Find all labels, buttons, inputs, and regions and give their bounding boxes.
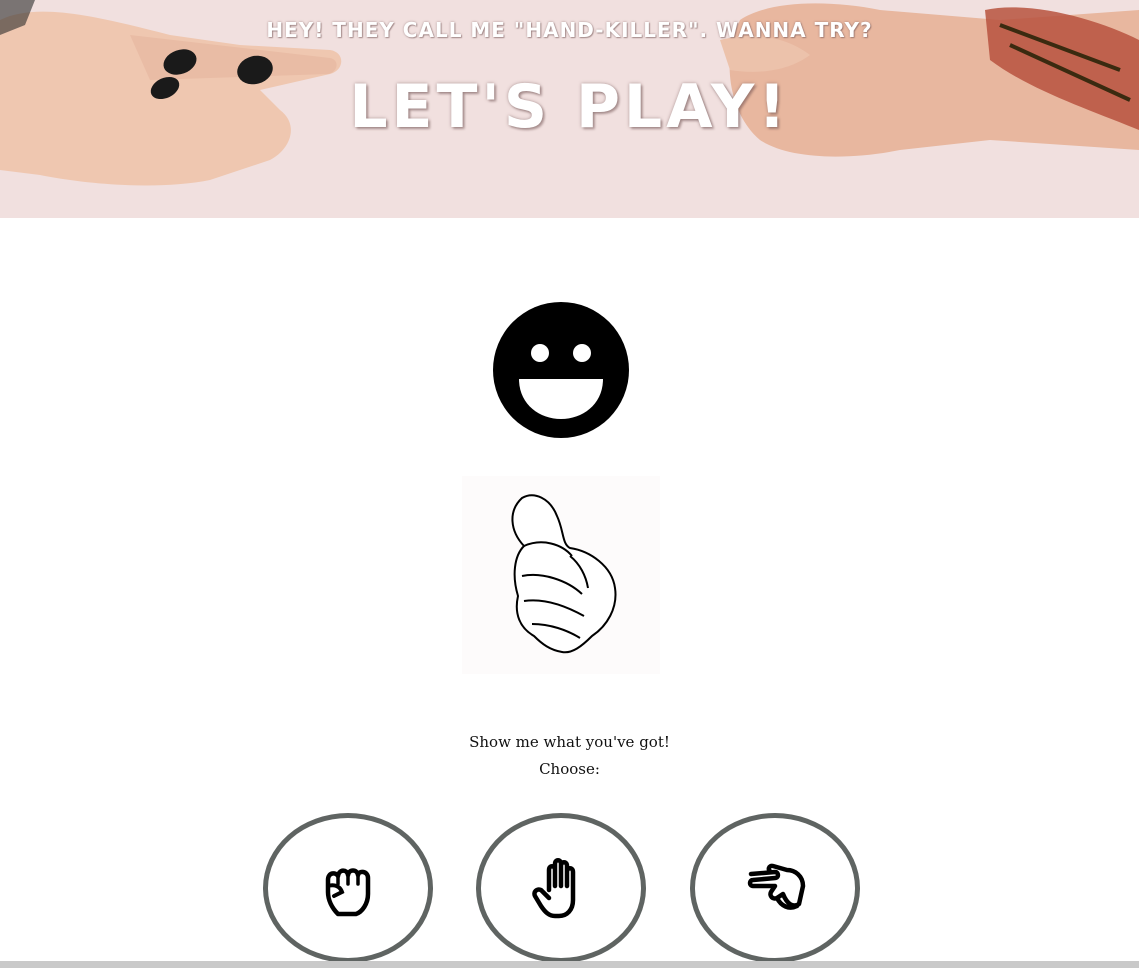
hero-banner: HEY! THEY CALL ME "HAND-KILLER". WANNA T… bbox=[0, 0, 1139, 218]
open-hand-icon bbox=[532, 858, 576, 919]
horizontal-scrollbar[interactable] bbox=[0, 961, 1139, 968]
pointing-at-you-hand-icon bbox=[462, 476, 660, 674]
scissors-button[interactable] bbox=[690, 813, 860, 963]
paper-button[interactable] bbox=[476, 813, 646, 963]
grinning-face-icon bbox=[493, 302, 629, 438]
choose-label: Choose: bbox=[539, 760, 600, 778]
hero-tagline: HEY! THEY CALL ME "HAND-KILLER". WANNA T… bbox=[266, 18, 873, 42]
rock-button[interactable] bbox=[263, 813, 433, 963]
peace-hand-icon bbox=[747, 863, 806, 910]
prompt-text: Show me what you've got! bbox=[469, 733, 670, 751]
hero-title: LET'S PLAY! bbox=[349, 72, 790, 142]
fist-icon bbox=[325, 868, 371, 917]
